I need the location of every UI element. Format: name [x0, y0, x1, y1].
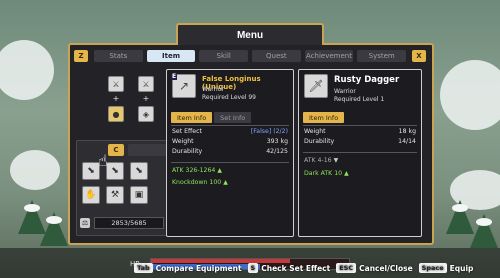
hint-compare[interactable]: Tab Compare Equipment — [134, 263, 242, 273]
inventory-tab[interactable] — [128, 144, 168, 156]
hint-label: Check Set Effect — [261, 263, 331, 273]
next-tab-key[interactable]: X — [412, 50, 426, 62]
shield-icon[interactable]: ◈ — [138, 106, 154, 122]
boot-icon[interactable]: ⬊ — [106, 162, 124, 180]
stat-label: Durability — [172, 148, 203, 155]
item-info-tabs: Item Info — [303, 112, 345, 124]
hint-label: Cancel/Close — [359, 263, 413, 273]
plus-icon: + — [142, 94, 150, 103]
stat-label: Weight — [304, 128, 326, 135]
increase-icon: ▲ — [344, 170, 349, 177]
tab-set-info[interactable]: Set Info — [214, 112, 252, 123]
hint-label: Equip — [449, 263, 474, 273]
snow-mound — [440, 60, 500, 130]
tab-achievement[interactable]: Achievement — [304, 50, 354, 62]
tab-item-info[interactable]: Item Info — [303, 112, 345, 123]
ring-icon[interactable]: ● — [108, 106, 124, 122]
increase-icon: ▲ — [217, 167, 222, 174]
key-hints: Tab Compare Equipment S Check Set Effect… — [134, 262, 473, 274]
decrease-icon: ▼ — [333, 157, 339, 164]
hammer-icon[interactable]: ⚒ — [106, 186, 124, 204]
tab-quest[interactable]: Quest — [252, 50, 301, 62]
stat-value: 18 kg — [398, 128, 416, 135]
menu-title-tab: Menu — [176, 23, 324, 45]
hint-set-effect[interactable]: S Check Set Effect — [247, 263, 331, 273]
tab-system[interactable]: System — [357, 50, 407, 62]
item-required-level: Required Level 99 — [202, 94, 256, 101]
hint-cancel[interactable]: ESC Cancel/Close — [336, 263, 413, 273]
base-stat-row: ATK 4-16 ▼ — [304, 157, 338, 164]
divider — [171, 125, 289, 126]
prev-tab-key[interactable]: Z — [74, 50, 88, 62]
key-label: Space — [418, 263, 447, 273]
inventory-weight: 2853/5685 — [94, 217, 164, 229]
bonus-row: Dark ATK 10 ▲ — [304, 170, 349, 177]
tab-item[interactable]: Item — [146, 50, 196, 62]
hint-label: Compare Equipment — [155, 263, 242, 273]
divider — [171, 162, 289, 163]
hand-cursor-icon: ☝ — [98, 151, 108, 170]
rank-badge: E — [171, 73, 178, 80]
item-name: Rusty Dagger — [334, 75, 400, 85]
stat-row: Durability 42/125 — [172, 148, 288, 155]
menu-title: Menu — [236, 29, 264, 41]
tab-stats[interactable]: Stats — [94, 50, 143, 62]
weight-row: ⚖ 2853/5685 — [80, 216, 164, 230]
item-info-tabs: Item Info Set Info — [171, 112, 252, 124]
stat-label: Set Effect — [172, 128, 202, 135]
item-class: Warrior — [334, 88, 356, 95]
plus-icon: + — [112, 94, 120, 103]
key-label: S — [247, 263, 259, 273]
stat-row: Weight 18 kg — [304, 128, 416, 135]
bonus-text: Knockdown 100 — [172, 179, 222, 186]
stat-value: [False] (2/2) — [250, 128, 288, 135]
pine-tree — [470, 214, 498, 248]
bonus-row: Knockdown 100 ▲ — [172, 179, 228, 186]
hint-equip[interactable]: Space Equip — [418, 263, 474, 273]
stat-label: Weight — [172, 138, 194, 145]
bonus-text: ATK 326-1264 — [172, 167, 216, 174]
stat-row: Set Effect [False] (2/2) — [172, 128, 288, 135]
menu-tab-bar: Z Stats Item Skill Quest Achievement Sys… — [74, 48, 426, 64]
increase-icon: ▲ — [223, 179, 228, 186]
dagger-icon: 🗡 — [304, 74, 328, 98]
armor-icon[interactable]: ▣ — [130, 186, 148, 204]
stat-value: 42/125 — [266, 148, 288, 155]
sword-icon[interactable]: ⚔ — [138, 76, 154, 92]
stat-row: Weight 393 kg — [172, 138, 288, 145]
pine-tree — [40, 212, 68, 246]
item-class: Warrior — [202, 86, 224, 93]
compare-item-card: 🗡 Rusty Dagger Warrior Required Level 1 … — [298, 69, 422, 237]
boot-icon[interactable]: ⬊ — [130, 162, 148, 180]
sword-icon[interactable]: ⚔ — [108, 76, 124, 92]
bonus-text: Dark ATK 10 — [304, 170, 343, 177]
inventory-tab-key[interactable]: C — [108, 144, 124, 156]
equipment-panel: ⚔ ⚔ + + ● ◈ C ⬊ ⬊ ⬊ ✋ ⚒ ▣ ⚖ 2853/5685 — [76, 70, 170, 236]
item-required-level: Required Level 1 — [334, 96, 385, 103]
menu-tabs: Stats Item Skill Quest Achievement Syste… — [94, 50, 407, 62]
snow-mound — [10, 150, 60, 190]
snow-mound — [0, 40, 54, 100]
weight-icon: ⚖ — [80, 218, 90, 228]
key-label: ESC — [336, 263, 357, 273]
tab-skill[interactable]: Skill — [199, 50, 249, 62]
bonus-row: ATK 326-1264 ▲ — [172, 167, 222, 174]
stat-row: Durability 14/14 — [304, 138, 416, 145]
stat-value: 393 kg — [266, 138, 288, 145]
divider — [303, 152, 417, 153]
selected-item-card: ↗ E False Longinus (Unique) Warrior Requ… — [166, 69, 294, 237]
stat-value: 14/14 — [398, 138, 416, 145]
base-stat-text: ATK 4-16 — [304, 157, 332, 164]
divider — [303, 125, 417, 126]
key-label: Tab — [134, 263, 153, 273]
glove-icon[interactable]: ✋ — [82, 186, 100, 204]
tab-item-info[interactable]: Item Info — [171, 112, 213, 123]
stat-label: Durability — [304, 138, 335, 145]
